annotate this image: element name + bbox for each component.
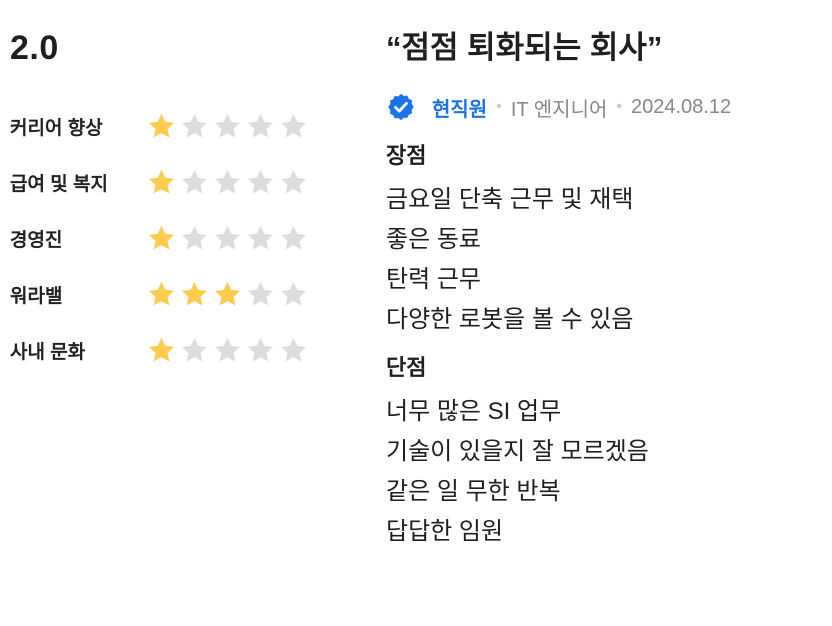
star-empty-icon bbox=[245, 335, 276, 366]
rating-label: 급여 및 복지 bbox=[10, 173, 108, 195]
star-empty-icon bbox=[278, 167, 309, 198]
star-filled-icon bbox=[146, 279, 177, 310]
star-empty-icon bbox=[179, 111, 210, 142]
star-empty-icon bbox=[278, 279, 309, 310]
rating-row-career: 커리어 향상 bbox=[10, 98, 330, 154]
review-card: “점점 퇴화되는 회사” 현직원 • IT 엔지니어 • 2024.08.12 … bbox=[386, 28, 816, 552]
star-rating bbox=[146, 167, 309, 198]
star-empty-icon bbox=[212, 167, 243, 198]
star-filled-icon bbox=[146, 167, 177, 198]
cons-item: 답답한 임원 bbox=[386, 518, 504, 545]
cons-section: 단점 너무 많은 SI 업무 기술이 있을지 잘 모르겠음 같은 일 무한 반복… bbox=[386, 352, 816, 552]
cons-title: 단점 bbox=[386, 355, 427, 380]
job-category: IT 엔지니어 bbox=[510, 98, 608, 121]
cons-item: 기술이 있을지 잘 모르겠음 bbox=[386, 438, 649, 465]
rating-label: 커리어 향상 bbox=[10, 117, 103, 139]
cons-item: 같은 일 무한 반복 bbox=[386, 478, 561, 505]
pros-item: 다양한 로봇을 볼 수 있음 bbox=[386, 306, 634, 333]
review-meta: 현직원 • IT 엔지니어 • 2024.08.12 bbox=[386, 90, 816, 124]
verified-badge-icon bbox=[386, 92, 416, 122]
review-title: “점점 퇴화되는 회사” bbox=[386, 30, 663, 65]
pros-item: 금요일 단축 근무 및 재택 bbox=[386, 186, 634, 213]
rating-row-culture: 사내 문화 bbox=[10, 322, 330, 378]
employment-status: 현직원 bbox=[432, 98, 488, 121]
rating-label: 경영진 bbox=[10, 229, 63, 251]
star-empty-icon bbox=[245, 279, 276, 310]
star-filled-icon bbox=[146, 111, 177, 142]
star-empty-icon bbox=[245, 111, 276, 142]
star-empty-icon bbox=[245, 167, 276, 198]
star-rating bbox=[146, 279, 309, 310]
star-filled-icon bbox=[179, 279, 210, 310]
rating-summary: 2.0 커리어 향상 급여 및 복지 경영진 워라밸 사내 문화 bbox=[10, 28, 330, 378]
rating-label: 워라밸 bbox=[10, 285, 63, 307]
star-empty-icon bbox=[179, 335, 210, 366]
rating-row-worklife: 워라밸 bbox=[10, 266, 330, 322]
pros-title: 장점 bbox=[386, 143, 427, 168]
rating-label: 사내 문화 bbox=[10, 341, 86, 363]
star-filled-icon bbox=[146, 223, 177, 254]
review-date: 2024.08.12 bbox=[631, 95, 732, 118]
pros-section: 장점 금요일 단축 근무 및 재택 좋은 동료 탄력 근무 다양한 로봇을 볼 … bbox=[386, 140, 816, 340]
separator-dot: • bbox=[496, 98, 502, 115]
star-filled-icon bbox=[146, 335, 177, 366]
star-filled-icon bbox=[212, 279, 243, 310]
star-empty-icon bbox=[212, 223, 243, 254]
overall-score: 2.0 bbox=[10, 29, 59, 67]
star-empty-icon bbox=[179, 223, 210, 254]
star-rating bbox=[146, 335, 309, 366]
cons-item: 너무 많은 SI 업무 bbox=[386, 398, 562, 425]
star-rating bbox=[146, 223, 309, 254]
star-empty-icon bbox=[278, 335, 309, 366]
star-empty-icon bbox=[278, 111, 309, 142]
star-rating bbox=[146, 111, 309, 142]
rating-row-management: 경영진 bbox=[10, 210, 330, 266]
rating-row-salary: 급여 및 복지 bbox=[10, 154, 330, 210]
star-empty-icon bbox=[245, 223, 276, 254]
star-empty-icon bbox=[179, 167, 210, 198]
star-empty-icon bbox=[212, 111, 243, 142]
star-empty-icon bbox=[278, 223, 309, 254]
pros-item: 좋은 동료 bbox=[386, 226, 481, 253]
separator-dot: • bbox=[616, 98, 622, 115]
pros-item: 탄력 근무 bbox=[386, 266, 481, 293]
star-empty-icon bbox=[212, 335, 243, 366]
